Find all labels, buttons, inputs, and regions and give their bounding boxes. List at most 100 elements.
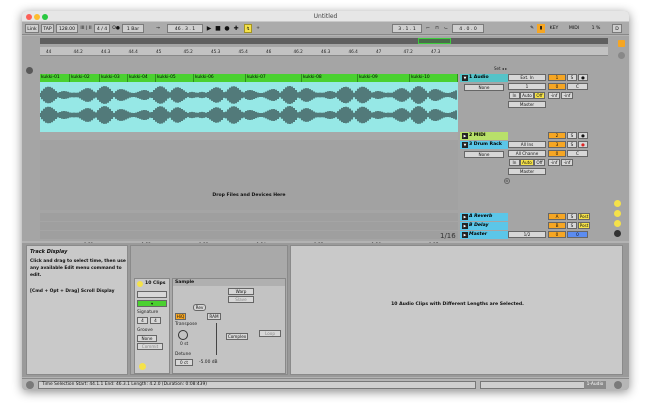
monitor-auto-button[interactable]: Auto [520, 92, 534, 99]
punch-in-icon[interactable]: ⌐ [424, 24, 432, 33]
key-map-button[interactable]: KEY [547, 24, 561, 33]
record-icon[interactable]: ● [223, 24, 231, 33]
send-a-1[interactable]: -inf [548, 92, 560, 99]
clip-kukki-03[interactable]: kukki-03 [100, 74, 128, 82]
play-icon[interactable]: ▶ [205, 24, 213, 33]
groove-menu[interactable]: None [137, 335, 157, 342]
zoom-icon[interactable] [26, 67, 33, 74]
draw-mode-icon[interactable]: + [254, 24, 262, 33]
loop-start-field[interactable]: 3 . 1 . 1 [392, 24, 422, 33]
add-icon[interactable]: ✚ [232, 24, 240, 33]
activator-2[interactable]: 2 [548, 132, 566, 139]
drum-monitor-off[interactable]: Off [534, 159, 545, 166]
loop-button[interactable]: Loop [259, 330, 281, 337]
master-pan[interactable]: 0 [567, 231, 588, 238]
nudge-buttons[interactable]: III | II [79, 24, 93, 33]
signature-numerator[interactable]: 4 [137, 317, 148, 324]
activator-b[interactable]: B [548, 222, 566, 229]
arm-button-2[interactable]: ● [578, 132, 588, 139]
activator-a[interactable]: A [548, 213, 566, 220]
send-a-3[interactable]: -inf [548, 159, 560, 166]
master-ratio-menu[interactable]: 1/2 [508, 231, 546, 238]
send-b-3[interactable]: -inf [561, 159, 573, 166]
overview-strip[interactable] [40, 38, 608, 44]
input-type-menu[interactable]: Ext. In [508, 74, 546, 81]
clip-kukki-04[interactable]: kukki-04 [128, 74, 156, 82]
clip-kukki-02[interactable]: kukki-02 [70, 74, 100, 82]
arm-button-1[interactable]: ● [578, 74, 588, 81]
clip-color-field[interactable]: ▾ [137, 300, 167, 307]
clip-name-field[interactable] [137, 291, 167, 298]
warp-button[interactable]: Warp [228, 288, 254, 295]
clip-kukki-08[interactable]: kukki-08 [302, 74, 358, 82]
monitor-in-button[interactable]: In [509, 92, 520, 99]
reverse-button[interactable]: Rev [193, 304, 206, 311]
clip-kukki-06[interactable]: kukki-06 [194, 74, 246, 82]
clip-gain-slider[interactable] [216, 323, 217, 355]
activator-1[interactable]: 1 [548, 74, 566, 81]
clip-kukki-07[interactable]: kukki-07 [246, 74, 302, 82]
master-volume[interactable]: 0 [548, 231, 566, 238]
clip-kukki-10[interactable]: kukki-10 [410, 74, 458, 82]
overview-toggle-icon[interactable] [618, 52, 625, 59]
send-b-1[interactable]: -inf [561, 92, 573, 99]
drum-monitor-in[interactable]: In [509, 159, 520, 166]
arrangement-position[interactable]: 46 . 3 . 1 [167, 24, 203, 33]
track-title-reverb[interactable]: ▶ A Reverb [460, 213, 508, 221]
solo-button-b[interactable]: S [567, 222, 577, 229]
solo-button-2[interactable]: S [567, 132, 577, 139]
punch-out-icon[interactable]: ⌙ [442, 24, 450, 33]
detune-field[interactable]: 0 ct [175, 359, 193, 366]
io-toggle-icon[interactable] [614, 200, 621, 207]
post-button-b[interactable]: Post [578, 222, 590, 229]
track-title-master[interactable]: ▶ Master [460, 231, 508, 239]
pan-field-1[interactable]: C [567, 83, 588, 90]
arm-button-3[interactable]: ● [578, 141, 588, 148]
metronome-button[interactable]: O● [111, 24, 121, 33]
detail-view-toggle-icon[interactable] [614, 381, 622, 389]
signature-denominator[interactable]: 4 [150, 317, 161, 324]
quantize-menu[interactable]: 1 Bar [122, 24, 144, 33]
activator-3[interactable]: 3 [548, 141, 566, 148]
volume-field-3[interactable]: 0 [548, 150, 566, 157]
tap-button[interactable]: TAP [41, 24, 54, 33]
solo-button-3[interactable]: S [567, 141, 577, 148]
pan-field-3[interactable]: C [567, 150, 588, 157]
midi-map-button[interactable]: MIDI [567, 24, 581, 33]
drum-rack-lane[interactable] [40, 140, 458, 210]
midi-from-menu[interactable]: All Ins [508, 141, 546, 148]
midi-track-lane[interactable] [40, 132, 458, 140]
key-map-icon[interactable]: ▮ [537, 24, 545, 33]
launch-icon[interactable] [139, 363, 146, 370]
input-channel-menu[interactable]: 1 [508, 83, 546, 90]
arrangement-view[interactable]: 44 44.2 44.3 44.4 45 45.2 45.3 45.4 46 46.2 46.3 46… [22, 36, 629, 247]
info-view-toggle-icon[interactable] [26, 381, 34, 389]
output-menu[interactable]: Master [508, 101, 546, 108]
set-button[interactable]: Set ◂ ▸ [494, 66, 518, 72]
track-title-3-drum-rack[interactable]: ▼ 3 Drum Rack [460, 141, 508, 149]
time-signature-field[interactable]: 4 / 4 [94, 24, 110, 33]
clip-kukki-05[interactable]: kukki-05 [156, 74, 194, 82]
delay-return-lane[interactable] [40, 222, 458, 230]
loop-switch-icon[interactable]: ⊓ [433, 24, 441, 33]
overview-viewport[interactable] [418, 38, 451, 44]
drum-from-menu[interactable]: None [464, 151, 504, 158]
track-title-delay[interactable]: ▶ B Delay [460, 222, 508, 230]
drum-output-menu[interactable]: Master [508, 168, 546, 175]
slave-button[interactable]: Slave [228, 296, 254, 303]
track-title-1-audio[interactable]: ▼ 1 Audio [460, 74, 508, 82]
follow-icon[interactable]: → [154, 24, 162, 33]
post-button-a[interactable]: Post [578, 213, 590, 220]
clip-kukki-09[interactable]: kukki-09 [358, 74, 410, 82]
tempo-field[interactable]: 128.00 [56, 24, 78, 33]
warp-mode-menu[interactable]: Complex [226, 333, 248, 340]
transpose-knob[interactable] [178, 330, 188, 340]
beat-time-ruler[interactable]: 44 44.2 44.3 44.4 45 45.2 45.3 45.4 46 46.2 46.3 46… [40, 47, 608, 56]
device-chain-icon[interactable]: ⊙ [504, 178, 510, 184]
solo-button-1[interactable]: S [567, 74, 577, 81]
link-button[interactable]: Link [25, 24, 39, 33]
sends-toggle-icon[interactable] [614, 210, 621, 217]
reverb-return-lane[interactable] [40, 213, 458, 221]
audio-from-menu[interactable]: None [464, 84, 504, 91]
returns-toggle-icon[interactable] [614, 220, 621, 227]
